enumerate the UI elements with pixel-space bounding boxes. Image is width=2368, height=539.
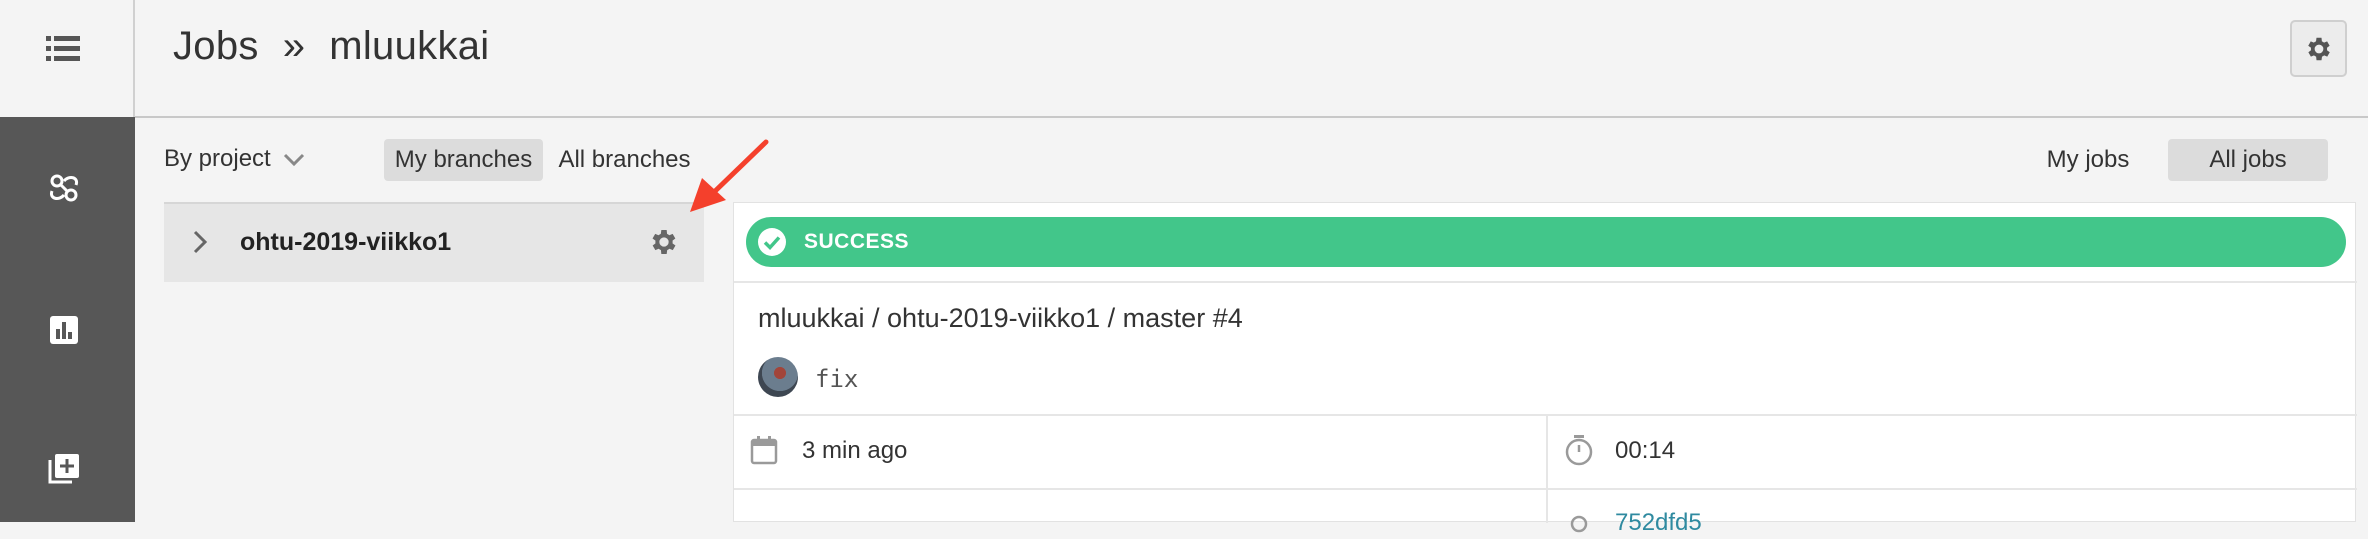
gear-icon — [2308, 37, 2330, 61]
status-text: SUCCESS — [804, 230, 910, 253]
timer-icon — [1565, 435, 1593, 466]
add-box-icon[interactable] — [47, 451, 81, 485]
sidebar — [0, 117, 135, 522]
project-settings-gear-icon[interactable] — [648, 226, 680, 258]
group-by-dropdown[interactable]: By project — [164, 145, 305, 173]
group-by-label: By project — [164, 145, 271, 172]
tab-my-branches[interactable]: My branches — [384, 139, 543, 181]
menu-area — [0, 0, 135, 117]
breadcrumb: Jobs » mluukkai — [173, 24, 489, 69]
chevron-right-icon[interactable] — [192, 230, 208, 254]
breadcrumb-root[interactable]: Jobs — [173, 24, 259, 68]
job-title[interactable]: mluukkai / ohtu-2019-viikko1 / master #4 — [758, 303, 1243, 334]
duration: 00:14 — [1615, 437, 1676, 464]
calendar-icon — [750, 436, 778, 465]
status-badge: SUCCESS — [746, 217, 2346, 267]
settings-button[interactable] — [2290, 20, 2347, 77]
tab-my-jobs[interactable]: My jobs — [2028, 139, 2148, 181]
commit-icon — [1570, 515, 1588, 533]
started-time: 3 min ago — [802, 437, 908, 464]
breadcrumb-separator: » — [282, 24, 306, 68]
bar-chart-icon[interactable] — [47, 313, 81, 347]
project-row[interactable]: ohtu-2019-viikko1 — [164, 202, 704, 282]
chevron-down-icon — [284, 153, 305, 166]
breadcrumb-current: mluukkai — [329, 24, 490, 68]
tab-all-jobs[interactable]: All jobs — [2168, 139, 2328, 181]
commit-hash-link[interactable]: 752dfd5 — [1615, 509, 1702, 537]
commit-message: fix — [815, 365, 859, 393]
check-circle-icon — [758, 228, 786, 256]
header: Jobs » mluukkai — [135, 0, 2368, 118]
job-detail-panel: SUCCESS mluukkai / ohtu-2019-viikko1 / m… — [733, 202, 2357, 536]
project-name: ohtu-2019-viikko1 — [240, 228, 452, 256]
tab-all-branches[interactable]: All branches — [547, 139, 702, 181]
menu-list-icon[interactable] — [46, 35, 80, 63]
branch-graph-icon[interactable] — [47, 171, 81, 205]
avatar — [758, 357, 798, 397]
